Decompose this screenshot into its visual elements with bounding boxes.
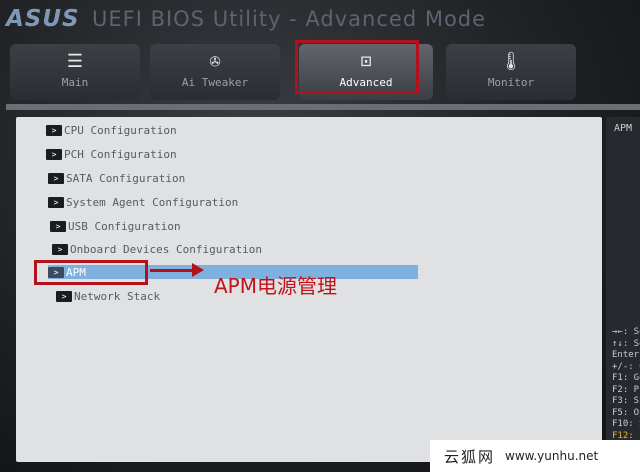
- menu-item-label: Network Stack: [74, 289, 161, 303]
- tab-bar: ☰ Main ✇ Ai Tweaker ⊡ Advanced 🌡 Monitor: [6, 40, 640, 104]
- menu-item-label: USB Configuration: [68, 219, 181, 233]
- watermark-url: www.yunhu.net: [505, 449, 599, 463]
- arrow-head-icon: [192, 263, 204, 277]
- fan-icon: ✇: [209, 51, 221, 72]
- annotation-text: APM电源管理: [214, 274, 337, 298]
- menu-item-label: CPU Configuration: [64, 123, 177, 137]
- watermark-name: 云狐网: [444, 447, 496, 466]
- key-hint: F3: Sh: [612, 396, 640, 406]
- chevron-right-icon: >: [48, 172, 64, 184]
- menu-item-cpu-configuration[interactable]: > CPU Configuration: [46, 123, 177, 137]
- menu-item-usb-configuration[interactable]: > USB Configuration: [50, 219, 181, 233]
- menu-item-label: SATA Configuration: [66, 171, 186, 185]
- tab-label: Monitor: [487, 76, 535, 89]
- key-hint: F1: Ge: [612, 373, 640, 383]
- key-hint: →←: Se: [612, 327, 640, 337]
- advanced-menu-panel: > CPU Configuration > PCH Configuration …: [16, 117, 602, 462]
- help-panel: APM →←: Se ↑↓: Se Enter: +/-: C F1: Ge F…: [606, 117, 640, 472]
- chevron-right-icon: >: [50, 220, 66, 232]
- tab-ai-tweaker[interactable]: ✇ Ai Tweaker: [150, 44, 280, 100]
- key-hint: F10: S: [612, 419, 640, 429]
- apm-highlight-box: [34, 260, 148, 285]
- chevron-right-icon: >: [46, 124, 62, 136]
- advanced-highlight-box: [295, 40, 419, 94]
- tab-label: Ai Tweaker: [181, 76, 249, 89]
- annotation-arrow: [150, 269, 196, 272]
- key-hint: ↑↓: Se: [612, 338, 640, 349]
- chevron-right-icon: >: [56, 290, 72, 302]
- chevron-right-icon: >: [52, 243, 68, 255]
- menu-item-sata-configuration[interactable]: > SATA Configuration: [48, 171, 185, 185]
- key-hint: F5: Op: [612, 407, 640, 418]
- list-icon: ☰: [66, 51, 84, 72]
- window-title: UEFI BIOS Utility - Advanced Mode: [92, 7, 487, 31]
- divider: [6, 104, 640, 110]
- thermometer-icon: 🌡: [499, 51, 523, 72]
- brand-logo: ASUS: [6, 6, 80, 32]
- key-hint: F2: Pr: [612, 384, 640, 395]
- key-hint: Enter:: [612, 350, 640, 360]
- menu-item-label: PCH Configuration: [64, 147, 177, 161]
- menu-item-network-stack[interactable]: > Network Stack: [56, 289, 160, 303]
- tab-label: Main: [61, 76, 89, 89]
- watermark: 云狐网 www.yunhu.net: [430, 440, 640, 472]
- menu-item-onboard-devices-configuration[interactable]: > Onboard Devices Configuration: [52, 242, 262, 256]
- tab-main[interactable]: ☰ Main: [10, 44, 140, 100]
- key-hint: +/-: C: [612, 361, 640, 372]
- tab-monitor[interactable]: 🌡 Monitor: [446, 44, 576, 100]
- help-title: APM: [614, 123, 633, 134]
- menu-item-system-agent-configuration[interactable]: > System Agent Configuration: [48, 195, 238, 209]
- menu-item-label: Onboard Devices Configuration: [70, 242, 263, 256]
- menu-item-label: System Agent Configuration: [66, 195, 239, 209]
- chevron-right-icon: >: [46, 148, 62, 160]
- chevron-right-icon: >: [48, 196, 64, 208]
- menu-item-pch-configuration[interactable]: > PCH Configuration: [46, 147, 177, 161]
- key-legend: →←: Se ↑↓: Se Enter: +/-: C F1: Ge F2: P…: [606, 327, 640, 442]
